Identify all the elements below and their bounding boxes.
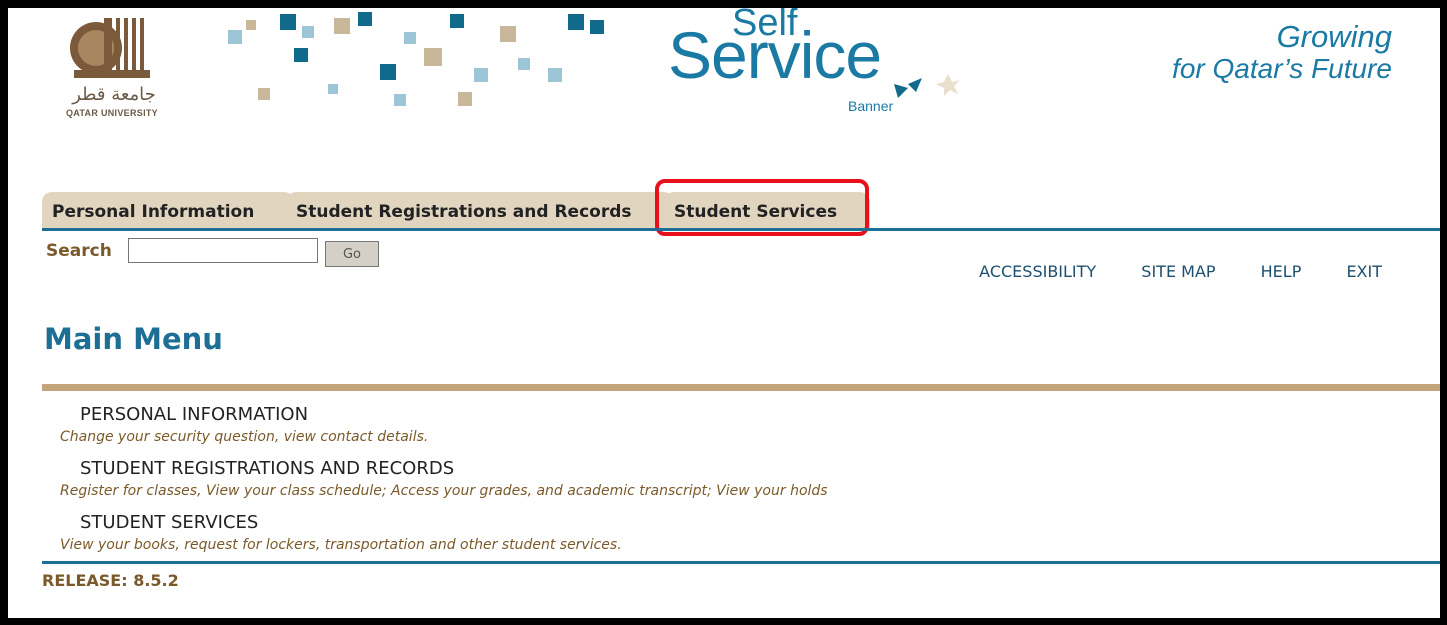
search-label: Search <box>46 241 112 261</box>
menu-item-description: View your books, request for lockers, tr… <box>60 537 622 553</box>
logo-emblem-icon <box>70 18 150 78</box>
logo-service-text: Service <box>668 18 882 92</box>
divider <box>42 561 1440 564</box>
page: جامعة قطر QATAR UNIVERSITY Self Service … <box>8 8 1440 618</box>
qatar-university-logo[interactable]: جامعة قطر QATAR UNIVERSITY <box>44 12 180 132</box>
menu-item-student-services[interactable]: STUDENT SERVICES <box>80 512 258 533</box>
search-input[interactable] <box>128 238 318 263</box>
tagline-line-1: Growing <box>1276 19 1392 54</box>
release-version: 8.5.2 <box>133 571 179 590</box>
go-button[interactable]: Go <box>325 241 379 267</box>
exit-link[interactable]: EXIT <box>1346 262 1382 281</box>
tagline: Growing for Qatar’s Future <box>1172 19 1392 85</box>
self-service-banner-logo: Self Service Banner <box>668 8 968 128</box>
site-map-link[interactable]: SITE MAP <box>1141 262 1215 281</box>
help-link[interactable]: HELP <box>1261 262 1302 281</box>
release-info: RELEASE: 8.5.2 <box>42 571 179 590</box>
star-decoration-icon <box>894 74 960 98</box>
accessibility-link[interactable]: ACCESSIBILITY <box>979 262 1096 281</box>
logo-arabic-text: جامعة قطر <box>72 84 156 105</box>
tagline-line-2: for Qatar’s Future <box>1172 53 1392 85</box>
logo-banner-text: Banner <box>848 98 894 114</box>
divider <box>42 384 1440 391</box>
decorative-pattern <box>228 12 604 106</box>
release-label: RELEASE: <box>42 571 128 590</box>
menu-item-personal-information[interactable]: PERSONAL INFORMATION <box>80 404 308 425</box>
menu-item-student-registrations[interactable]: STUDENT REGISTRATIONS AND RECORDS <box>80 458 454 479</box>
menu-item-description: Change your security question, view cont… <box>60 429 429 445</box>
tab-student-registrations-and-records[interactable]: Student Registrations and Records <box>286 192 674 230</box>
logo-english-text: QATAR UNIVERSITY <box>66 108 158 118</box>
menu-item-description: Register for classes, View your class sc… <box>60 483 828 499</box>
tab-personal-information[interactable]: Personal Information <box>42 192 294 230</box>
page-title: Main Menu <box>44 322 223 356</box>
divider <box>42 228 1440 231</box>
top-links: ACCESSIBILITY SITE MAP HELP EXIT <box>939 262 1382 281</box>
